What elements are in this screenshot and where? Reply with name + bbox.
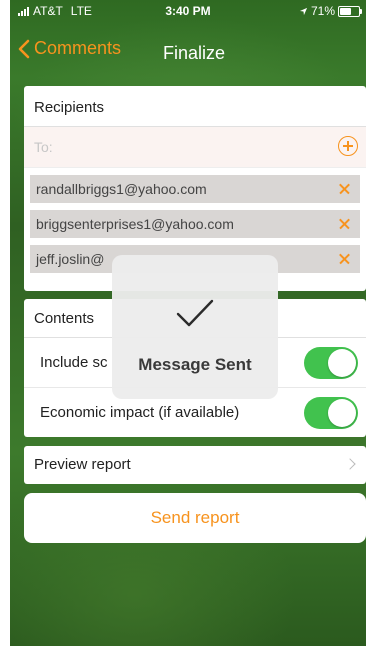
battery-fill: [340, 7, 351, 15]
option-toggle[interactable]: [304, 347, 358, 379]
back-button[interactable]: Comments: [18, 38, 121, 59]
battery-percent: 71%: [310, 4, 335, 18]
preview-report-label: Preview report: [34, 456, 131, 473]
message-sent-hud: Message Sent: [112, 255, 278, 399]
remove-recipient-icon[interactable]: [332, 245, 356, 273]
recipient-chip: randallbriggs1@yahoo.com: [30, 175, 360, 203]
location-arrow-icon: [299, 7, 308, 15]
chevron-right-icon: [344, 458, 356, 470]
checkmark-icon: [176, 299, 214, 327]
remove-recipient-icon[interactable]: [332, 175, 356, 203]
recipient-chip: briggsenterprises1@yahoo.com: [30, 210, 360, 238]
to-field[interactable]: To:: [24, 127, 366, 168]
option-label: Economic impact (if available): [40, 404, 240, 421]
preview-report-row[interactable]: Preview report: [24, 446, 366, 484]
recipient-email: briggsenterprises1@yahoo.com: [36, 216, 234, 232]
battery-icon: [338, 5, 362, 17]
recipient-email: randallbriggs1@yahoo.com: [36, 181, 207, 197]
recipients-header: Recipients: [24, 86, 366, 127]
recipient-email: jeff.joslin@: [36, 251, 105, 267]
chevron-left-icon: [18, 39, 30, 58]
back-button-label: Comments: [34, 38, 122, 58]
app-screen: AT&T LTE 3:40 PM 71% Comments Finalize R…: [10, 0, 366, 646]
page-title: Finalize: [163, 43, 226, 63]
add-recipient-icon[interactable]: [338, 136, 358, 156]
status-bar: AT&T LTE 3:40 PM 71%: [10, 0, 366, 22]
toggle-knob: [328, 399, 356, 427]
status-right: 71%: [299, 4, 362, 18]
navigation-bar: Comments Finalize: [10, 32, 366, 74]
option-label: Include sc: [40, 354, 108, 371]
to-placeholder: To:: [34, 139, 53, 155]
option-toggle[interactable]: [304, 397, 358, 429]
hud-message: Message Sent: [138, 355, 252, 374]
remove-recipient-icon[interactable]: [332, 210, 356, 238]
send-report-button[interactable]: Send report: [24, 493, 366, 543]
toggle-knob: [328, 349, 356, 377]
